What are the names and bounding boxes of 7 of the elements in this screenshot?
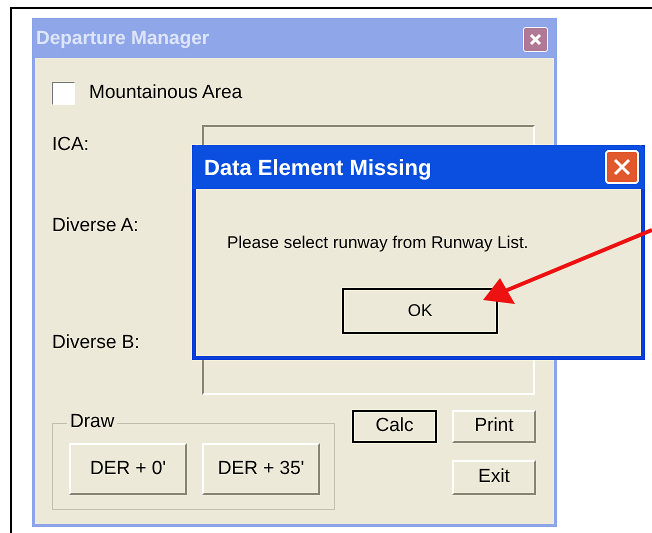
field-label: Diverse B: [52, 331, 141, 355]
dialog-title: Data Element Missing [204, 154, 432, 182]
field-label: Diverse A: [52, 214, 140, 236]
message-text: Please select runway from Runway List. [227, 232, 528, 254]
window-title: Departure Manager [36, 27, 210, 52]
field-label: ICA: [52, 133, 90, 157]
checkbox-label: Mountainous Area [89, 81, 242, 106]
